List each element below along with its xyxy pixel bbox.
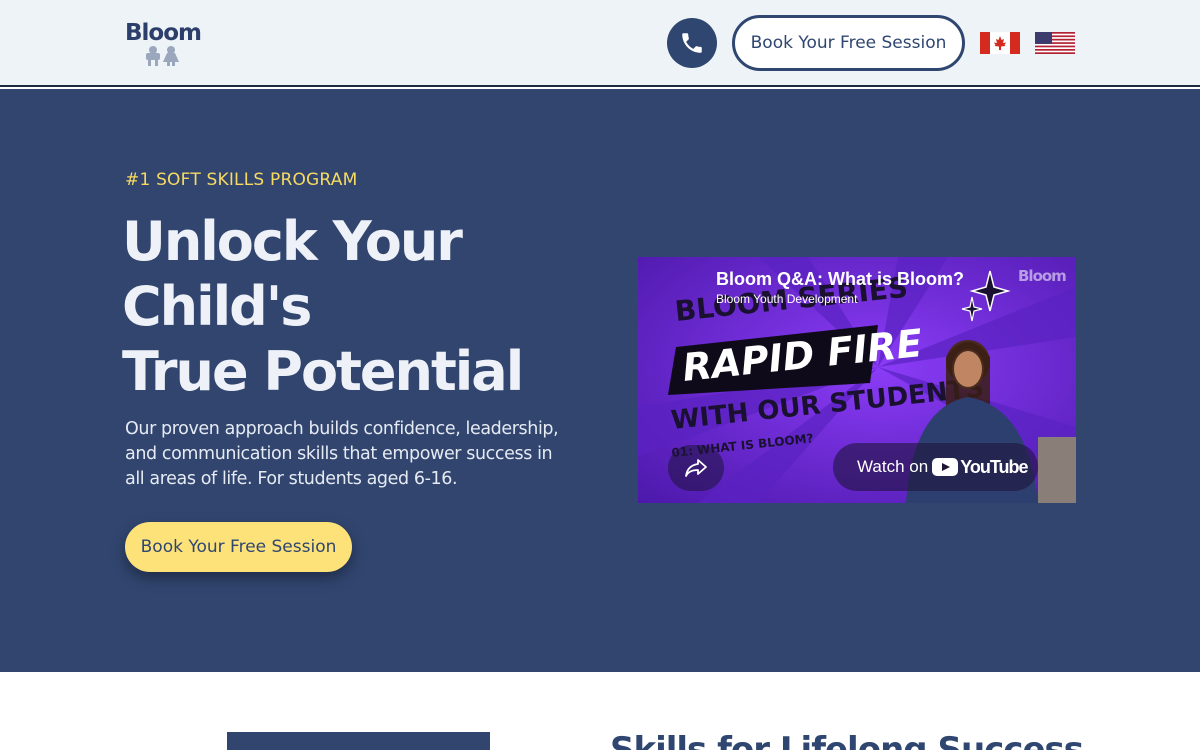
section-heading: Skills for Lifelong Success (610, 730, 1084, 750)
watch-on-youtube-button[interactable]: Watch on YouTube (833, 443, 1038, 491)
logo-text: Bloom (125, 20, 202, 46)
hero-title-line: True Potential (122, 340, 524, 403)
share-icon (685, 459, 707, 477)
video-channel[interactable]: Bloom Youth Development (716, 292, 857, 306)
canada-flag-icon[interactable] (980, 32, 1020, 54)
hero-title-line: Unlock Your (122, 210, 463, 273)
youtube-logo: YouTube (932, 456, 1029, 478)
us-flag-icon[interactable] (1035, 32, 1075, 54)
site-header: Bloom Book Your Free Session (0, 0, 1200, 87)
logo-kids-icon (146, 46, 179, 66)
hero-title-line: Child's (122, 275, 312, 338)
youtube-wordmark: YouTube (960, 456, 1028, 477)
hero-section: #1 SOFT SKILLS PROGRAM Unlock Your Child… (0, 89, 1200, 672)
watch-on-label: Watch on (857, 457, 929, 476)
youtube-play-icon (932, 458, 959, 476)
bloom-logo[interactable]: Bloom (125, 20, 207, 70)
phone-button[interactable] (667, 18, 717, 68)
hero-description: Our proven approach builds confidence, l… (125, 419, 559, 489)
section-image-placeholder (227, 732, 490, 750)
video-watermark: Bloom (1018, 267, 1067, 285)
youtube-video-embed[interactable]: BLOOM SERIES RAPID FIRE WITH OUR STUDENT… (638, 257, 1076, 503)
header-book-session-button[interactable]: Book Your Free Session (732, 15, 965, 71)
hero-title: Unlock Your Child's True Potential (122, 209, 602, 404)
share-button[interactable] (668, 445, 724, 491)
video-title[interactable]: Bloom Q&A: What is Bloom? (716, 269, 964, 290)
hero-book-session-button[interactable]: Book Your Free Session (125, 522, 352, 572)
hero-eyebrow: #1 SOFT SKILLS PROGRAM (125, 170, 358, 190)
phone-icon (682, 33, 702, 53)
